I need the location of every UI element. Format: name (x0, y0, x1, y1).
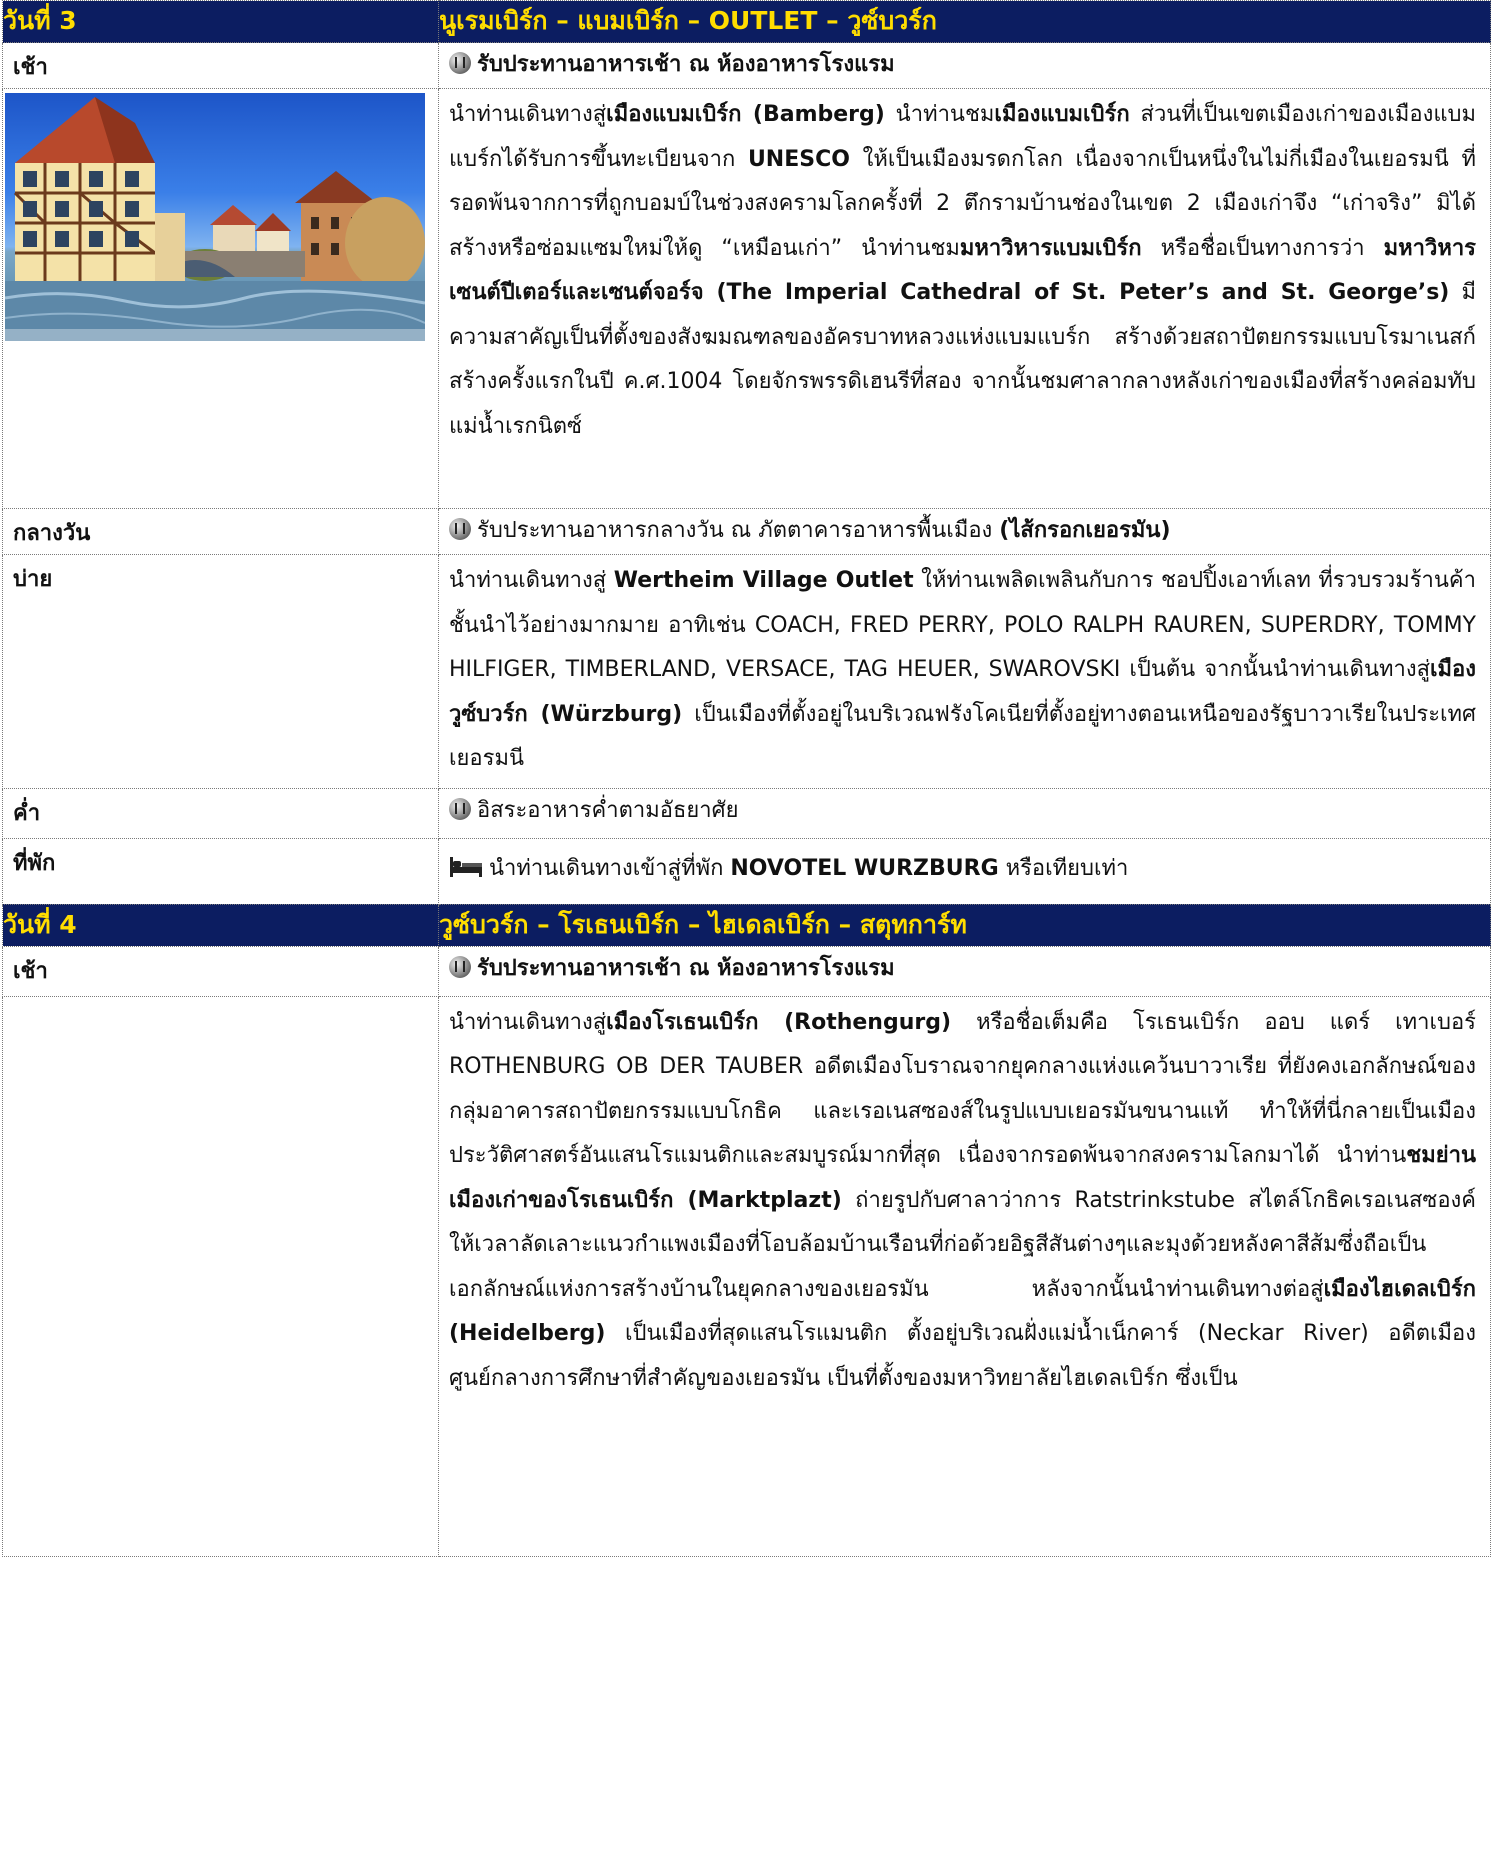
bamberg-photo (5, 93, 425, 341)
desc-text: นำท่านเดินทางสู่ (449, 568, 614, 593)
time-label: บ่าย (2, 554, 439, 789)
dinner-line: อิสระอาหารค่ำตามอัธยาศัย (438, 787, 1491, 839)
hotel-name: NOVOTEL WURZBURG (730, 855, 999, 881)
itinerary-table: วันที่ 3 นูเรมเบิร์ก – แบมเบิร์ก – OUTLE… (2, 0, 1491, 1557)
desc-bold: เมืองแบมเบิร์ก (994, 102, 1130, 127)
desc-text: นำท่านเดินทางสู่ (449, 102, 607, 127)
desc-bold: มหาวิหารแบมเบิร์ก (959, 235, 1142, 261)
lunch-bold: (ไส้กรอกเยอรมัน) (999, 518, 1171, 543)
hotel-text: นำท่านเดินทางเข้าสู่ที่พัก (489, 855, 731, 881)
breakfast-text: รับประทานอาหารเช้า ณ ห้องอาหารโรงแรม (477, 955, 895, 981)
time-label: กลางวัน (2, 508, 439, 555)
day-route: นูเรมเบิร์ก – แบมเบิร์ก – OUTLET – วูซ์บ… (438, 0, 1491, 43)
dinner-text: อิสระอาหารค่ำตามอัธยาศัย (477, 797, 739, 823)
meal-row-lunch: กลางวัน รับประทานอาหารกลางวัน ณ ภัตตาคาร… (2, 508, 1491, 555)
time-label: ค่ำ (2, 787, 439, 839)
breakfast-line: รับประทานอาหารเช้า ณ ห้องอาหารโรงแรม (438, 945, 1491, 997)
day-label: วันที่ 3 (2, 0, 439, 43)
restaurant-icon (449, 52, 471, 74)
desc-text: นำท่านชม (884, 102, 995, 127)
time-label: เช้า (2, 42, 439, 89)
activity-row-bamberg: นำท่านเดินทางสู่เมืองแบมเบิร์ก (Bamberg)… (2, 88, 1491, 509)
meal-row-breakfast: เช้า รับประทานอาหารเช้า ณ ห้องอาหารโรงแร… (2, 945, 1491, 997)
bed-icon (450, 856, 482, 877)
restaurant-icon (449, 955, 471, 978)
outlet-description: นำท่านเดินทางสู่ Wertheim Village Outlet… (438, 554, 1491, 789)
breakfast-line: รับประทานอาหารเช้า ณ ห้องอาหารโรงแรม (438, 42, 1491, 89)
meal-row-dinner: ค่ำ อิสระอาหารค่ำตามอัธยาศัย (2, 787, 1491, 839)
hotel-line: นำท่านเดินทางเข้าสู่ที่พัก NOVOTEL WURZB… (438, 837, 1491, 905)
desc-bold: เมืองแบมเบิร์ก (Bamberg) (606, 102, 885, 127)
breakfast-text: รับประทานอาหารเช้า ณ ห้องอาหารโรงแรม (477, 52, 895, 77)
time-label: ที่พัก (2, 837, 439, 905)
day-header-row: วันที่ 4 วูซ์บวร์ก – โรเธนเบิร์ก – ไฮเดล… (2, 903, 1491, 947)
restaurant-icon (449, 797, 471, 820)
day-label: วันที่ 4 (2, 903, 439, 947)
bamberg-photo-image (5, 97, 425, 341)
hotel-text: หรือเทียบเท่า (998, 855, 1129, 881)
restaurant-icon (449, 518, 471, 540)
desc-text: หรือชื่อเป็นทางการว่า (1141, 235, 1384, 261)
desc-bold: UNESCO (747, 146, 850, 172)
hotel-row: ที่พัก นำท่านเดินทางเข้าสู่ที่พัก NOVOTE… (2, 837, 1491, 905)
day-route: วูซ์บวร์ก – โรเธนเบิร์ก – ไฮเดลเบิร์ก – … (438, 903, 1491, 947)
desc-bold: เมืองโรเธนเบิร์ก (Rothengurg) (606, 1009, 952, 1035)
meal-row-breakfast: เช้า รับประทานอาหารเช้า ณ ห้องอาหารโรงแร… (2, 42, 1491, 89)
lunch-text: รับประทานอาหารกลางวัน ณ ภัตตาคารอาหารพื้… (477, 518, 1000, 543)
activity-row-outlet: บ่าย นำท่านเดินทางสู่ Wertheim Village O… (2, 554, 1491, 789)
photo-cell (2, 88, 439, 509)
desc-bold: Wertheim Village Outlet (613, 568, 914, 593)
activity-row-rothenburg: นำท่านเดินทางสู่เมืองโรเธนเบิร์ก (Rothen… (2, 995, 1491, 1557)
bamberg-description: นำท่านเดินทางสู่เมืองแบมเบิร์ก (Bamberg)… (438, 88, 1491, 509)
rothenburg-description: นำท่านเดินทางสู่เมืองโรเธนเบิร์ก (Rothen… (438, 995, 1491, 1557)
day-header-row: วันที่ 3 นูเรมเบิร์ก – แบมเบิร์ก – OUTLE… (2, 0, 1491, 43)
empty-cell (2, 995, 439, 1557)
desc-text: นำท่านเดินทางสู่ (449, 1009, 607, 1035)
time-label: เช้า (2, 945, 439, 997)
lunch-line: รับประทานอาหารกลางวัน ณ ภัตตาคารอาหารพื้… (438, 508, 1491, 555)
